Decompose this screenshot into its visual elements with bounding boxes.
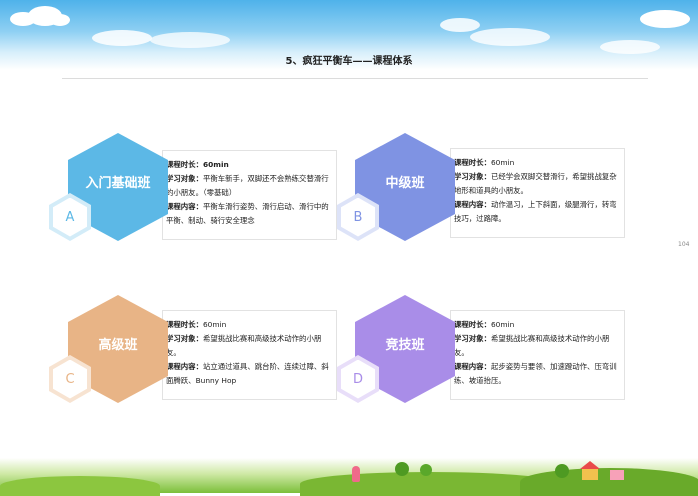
- audience-label: 学习对象：: [454, 172, 491, 181]
- course-letter: C: [53, 359, 87, 399]
- course-letter: B: [341, 197, 375, 237]
- cloud-decoration: [92, 30, 152, 46]
- tree-icon: [420, 464, 432, 476]
- title-divider: [62, 78, 648, 79]
- course-name: 入门基础班: [85, 175, 151, 191]
- course-card-d: 课程时长：60min 学习对象：希望挑战比赛和高级技术动作的小朋友。 课程内容：…: [450, 310, 625, 400]
- duration-label: 课程时长：: [454, 320, 491, 329]
- grass-ground: [0, 458, 698, 496]
- duration-value: 60min: [490, 158, 515, 167]
- course-name: 高级班: [98, 337, 138, 353]
- audience-label: 学习对象：: [166, 174, 203, 183]
- child-figure-icon: [352, 466, 360, 482]
- audience-label: 学习对象：: [454, 334, 491, 343]
- course-letter: A: [53, 197, 87, 237]
- course-card-b: 课程时长：60min 学习对象：已经学会双脚交替滑行，希望挑战复杂地形和道具的小…: [450, 148, 625, 238]
- page-title: 5、疯狂平衡车——课程体系: [285, 56, 413, 67]
- house-icon: [582, 468, 598, 480]
- cloud-decoration: [470, 28, 550, 46]
- duration-label: 课程时长：: [454, 158, 491, 167]
- audience-label: 学习对象：: [166, 334, 203, 343]
- page-number: 104: [678, 241, 690, 248]
- tree-icon: [395, 462, 409, 476]
- course-letter: D: [341, 359, 375, 399]
- duration-label: 课程时长：: [166, 320, 203, 329]
- content-label: 课程内容：: [454, 362, 491, 371]
- cloud-decoration: [50, 14, 70, 26]
- hill-decoration: [520, 468, 698, 496]
- duration-label: 课程时长：: [166, 160, 203, 169]
- cloud-decoration: [440, 18, 480, 32]
- content-label: 课程内容：: [166, 202, 203, 211]
- tree-icon: [555, 464, 569, 478]
- cloud-decoration: [640, 10, 690, 28]
- cloud-decoration: [150, 32, 230, 48]
- duration-value: 60min: [490, 320, 515, 329]
- house-icon: [610, 470, 624, 480]
- hill-decoration: [0, 476, 160, 496]
- duration-value: 60min: [202, 320, 227, 329]
- course-card-c: 课程时长：60min 学习对象：希望挑战比赛和高级技术动作的小朋友。 课程内容：…: [162, 310, 337, 400]
- content-label: 课程内容：: [454, 200, 491, 209]
- course-name: 竞技班: [385, 337, 425, 353]
- course-card-a: 课程时长：60min 学习对象：平衡车新手，双脚还不会熟练交替滑行的小朋友。（零…: [162, 150, 337, 240]
- house-roof-icon: [580, 461, 600, 469]
- course-name: 中级班: [385, 175, 425, 191]
- content-label: 课程内容：: [166, 362, 203, 371]
- duration-value: 60min: [202, 160, 229, 169]
